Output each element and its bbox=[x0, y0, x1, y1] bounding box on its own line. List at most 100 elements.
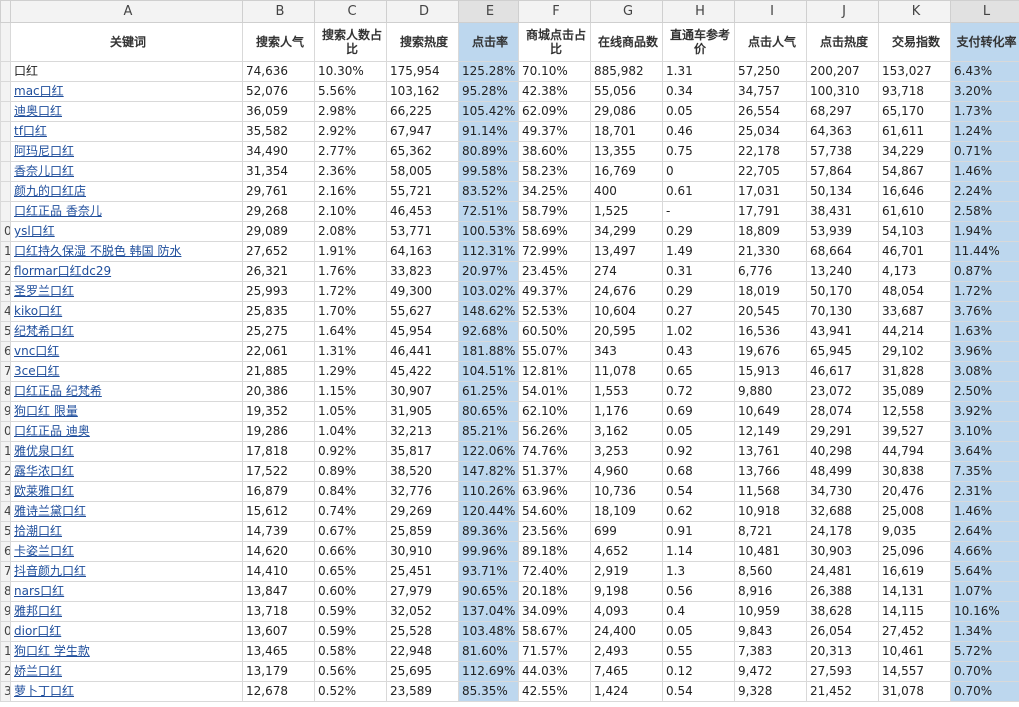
value-cell[interactable]: 46,441 bbox=[386, 341, 459, 362]
value-cell[interactable]: 23.45% bbox=[518, 261, 591, 282]
row-number[interactable]: 3 bbox=[0, 281, 11, 302]
value-cell[interactable]: 45,422 bbox=[386, 361, 459, 382]
value-cell[interactable]: 20,545 bbox=[734, 301, 807, 322]
value-cell[interactable]: 20,595 bbox=[590, 321, 663, 342]
value-cell[interactable]: 20,386 bbox=[242, 381, 315, 402]
value-cell[interactable]: 34,757 bbox=[734, 81, 807, 102]
value-cell[interactable]: 26,321 bbox=[242, 261, 315, 282]
value-cell[interactable]: 148.62% bbox=[458, 301, 519, 322]
value-cell[interactable]: 103.02% bbox=[458, 281, 519, 302]
value-cell[interactable]: 1.15% bbox=[314, 381, 387, 402]
keyword-cell[interactable]: tf口红 bbox=[10, 121, 243, 142]
row-number[interactable] bbox=[0, 61, 11, 82]
value-cell[interactable]: 9,472 bbox=[734, 661, 807, 682]
value-cell[interactable]: 29,086 bbox=[590, 101, 663, 122]
value-cell[interactable]: 1.24% bbox=[950, 121, 1019, 142]
keyword-cell[interactable]: 卡姿兰口红 bbox=[10, 541, 243, 562]
value-cell[interactable]: 25,695 bbox=[386, 661, 459, 682]
value-cell[interactable]: 3,253 bbox=[590, 441, 663, 462]
keyword-cell[interactable]: 雅邦口红 bbox=[10, 601, 243, 622]
value-cell[interactable]: 28,074 bbox=[806, 401, 879, 422]
value-cell[interactable]: 3.64% bbox=[950, 441, 1019, 462]
value-cell[interactable]: 2.64% bbox=[950, 521, 1019, 542]
value-cell[interactable]: 1.49 bbox=[662, 241, 735, 262]
value-cell[interactable]: 7,383 bbox=[734, 641, 807, 662]
keyword-cell[interactable]: 拾潮口红 bbox=[10, 521, 243, 542]
column-header-B[interactable]: B bbox=[242, 0, 315, 23]
header-cell[interactable]: 点击率 bbox=[458, 22, 519, 62]
value-cell[interactable]: 58,005 bbox=[386, 161, 459, 182]
column-header-G[interactable]: G bbox=[590, 0, 663, 23]
value-cell[interactable]: 25,096 bbox=[878, 541, 951, 562]
value-cell[interactable]: 9,880 bbox=[734, 381, 807, 402]
value-cell[interactable]: 1.70% bbox=[314, 301, 387, 322]
value-cell[interactable]: 21,330 bbox=[734, 241, 807, 262]
header-cell[interactable]: 交易指数 bbox=[878, 22, 951, 62]
value-cell[interactable]: 32,688 bbox=[806, 501, 879, 522]
value-cell[interactable]: 0.65% bbox=[314, 561, 387, 582]
value-cell[interactable]: 83.52% bbox=[458, 181, 519, 202]
value-cell[interactable]: 93.71% bbox=[458, 561, 519, 582]
value-cell[interactable]: 46,617 bbox=[806, 361, 879, 382]
value-cell[interactable]: 33,687 bbox=[878, 301, 951, 322]
row-number[interactable]: 7 bbox=[0, 361, 11, 382]
value-cell[interactable]: 46,701 bbox=[878, 241, 951, 262]
value-cell[interactable]: 0.69 bbox=[662, 401, 735, 422]
keyword-cell[interactable]: mac口红 bbox=[10, 81, 243, 102]
value-cell[interactable]: 1.72% bbox=[950, 281, 1019, 302]
value-cell[interactable]: 343 bbox=[590, 341, 663, 362]
value-cell[interactable]: 19,352 bbox=[242, 401, 315, 422]
value-cell[interactable]: 31,354 bbox=[242, 161, 315, 182]
value-cell[interactable]: 35,089 bbox=[878, 381, 951, 402]
column-header-L[interactable]: L bbox=[950, 0, 1019, 23]
value-cell[interactable]: 10,604 bbox=[590, 301, 663, 322]
value-cell[interactable]: 42.38% bbox=[518, 81, 591, 102]
value-cell[interactable]: 11,078 bbox=[590, 361, 663, 382]
value-cell[interactable]: 63.96% bbox=[518, 481, 591, 502]
value-cell[interactable]: 27,593 bbox=[806, 661, 879, 682]
value-cell[interactable]: 1.63% bbox=[950, 321, 1019, 342]
value-cell[interactable]: 0.59% bbox=[314, 621, 387, 642]
keyword-cell[interactable]: 圣罗兰口红 bbox=[10, 281, 243, 302]
value-cell[interactable]: 58.79% bbox=[518, 201, 591, 222]
value-cell[interactable]: 25,451 bbox=[386, 561, 459, 582]
value-cell[interactable]: 95.28% bbox=[458, 81, 519, 102]
row-number[interactable] bbox=[0, 201, 11, 222]
value-cell[interactable]: 33,823 bbox=[386, 261, 459, 282]
value-cell[interactable]: 36,059 bbox=[242, 101, 315, 122]
value-cell[interactable]: 4.66% bbox=[950, 541, 1019, 562]
value-cell[interactable]: 26,388 bbox=[806, 581, 879, 602]
value-cell[interactable]: 3.92% bbox=[950, 401, 1019, 422]
value-cell[interactable]: 122.06% bbox=[458, 441, 519, 462]
value-cell[interactable]: 61.25% bbox=[458, 381, 519, 402]
value-cell[interactable]: 10,918 bbox=[734, 501, 807, 522]
keyword-cell[interactable]: 狗口红 学生款 bbox=[10, 641, 243, 662]
value-cell[interactable]: 4,652 bbox=[590, 541, 663, 562]
value-cell[interactable]: 48,499 bbox=[806, 461, 879, 482]
value-cell[interactable]: 18,701 bbox=[590, 121, 663, 142]
select-all-corner[interactable] bbox=[0, 0, 11, 23]
value-cell[interactable]: 0.12 bbox=[662, 661, 735, 682]
value-cell[interactable]: 0.31 bbox=[662, 261, 735, 282]
value-cell[interactable]: 3.20% bbox=[950, 81, 1019, 102]
value-cell[interactable]: 0.54 bbox=[662, 681, 735, 702]
value-cell[interactable]: 10,649 bbox=[734, 401, 807, 422]
value-cell[interactable]: - bbox=[662, 201, 735, 222]
header-cell[interactable]: 在线商品数 bbox=[590, 22, 663, 62]
value-cell[interactable]: 147.82% bbox=[458, 461, 519, 482]
value-cell[interactable]: 13,607 bbox=[242, 621, 315, 642]
value-cell[interactable]: 72.51% bbox=[458, 201, 519, 222]
row-number[interactable]: 2 bbox=[0, 661, 11, 682]
value-cell[interactable]: 9,035 bbox=[878, 521, 951, 542]
value-cell[interactable]: 31,905 bbox=[386, 401, 459, 422]
row-number[interactable]: 4 bbox=[0, 301, 11, 322]
row-number[interactable]: 0 bbox=[0, 621, 11, 642]
value-cell[interactable]: 55,056 bbox=[590, 81, 663, 102]
value-cell[interactable]: 20,476 bbox=[878, 481, 951, 502]
value-cell[interactable]: 0.70% bbox=[950, 681, 1019, 702]
value-cell[interactable]: 0.4 bbox=[662, 601, 735, 622]
value-cell[interactable]: 9,843 bbox=[734, 621, 807, 642]
value-cell[interactable]: 44,214 bbox=[878, 321, 951, 342]
value-cell[interactable]: 34,730 bbox=[806, 481, 879, 502]
keyword-cell[interactable]: 雅诗兰黛口红 bbox=[10, 501, 243, 522]
